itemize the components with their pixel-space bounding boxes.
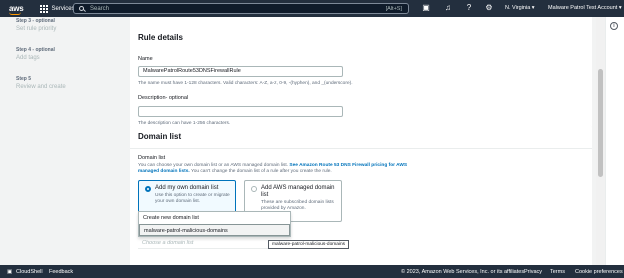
domain-list-description: You can choose your own domain list or a… (138, 163, 428, 175)
domain-list-dropdown: Create new domain list malware-patrol-ma… (138, 211, 291, 237)
search-placeholder: Search (90, 5, 110, 12)
desc-text: You can choose your own domain list or a… (138, 163, 290, 168)
settings-icon[interactable]: ⚙ (484, 3, 494, 13)
cookie-preferences-link[interactable]: Cookie preferences (575, 269, 623, 275)
account-menu[interactable]: Malware Patrol Test Account ▾ (548, 3, 622, 13)
wizard-step-3[interactable]: Step 3 - optional Set rule priority (16, 18, 56, 32)
cloudshell-link[interactable]: CloudShell (16, 269, 43, 275)
terminal-icon[interactable]: ▣ (421, 3, 431, 13)
rule-name-input[interactable]: MalwarePatrolRoute53DNSFirewallRule (138, 66, 343, 77)
aws-logo[interactable]: aws (9, 5, 24, 15)
wizard-step-4[interactable]: Step 4 - optional Add tags (16, 47, 55, 61)
option-title: Add AWS managed domain list (261, 185, 335, 198)
terms-link[interactable]: Terms (550, 269, 565, 275)
help-panel-rail: i (605, 17, 624, 265)
account-label: Malware Patrol Test Account (548, 5, 618, 11)
feedback-link[interactable]: Feedback (49, 269, 73, 275)
domain-list-heading: Domain list (138, 132, 182, 141)
step-title: Set rule priority (16, 26, 57, 32)
option-title: Add my own domain list (155, 185, 219, 191)
help-icon[interactable]: ? (464, 3, 474, 13)
region-label: N. Virginia (505, 5, 531, 11)
name-label: Name (138, 56, 153, 62)
option-description: These are subscribed domain lists provid… (261, 200, 334, 211)
wizard-steps-sidebar: Step 3 - optional Set rule priority Step… (0, 17, 118, 265)
cloudshell-icon[interactable]: ▣ (7, 269, 12, 275)
panel-divider (130, 148, 592, 149)
page-scrollbar[interactable] (596, 17, 605, 265)
search-shortcut: [Alt+S] (385, 5, 402, 12)
wizard-step-5[interactable]: Step 5 Review and create (16, 76, 66, 90)
step-number: Step 5 (16, 76, 32, 82)
domain-list-label: Domain list (138, 155, 166, 161)
step-title: Add tags (16, 55, 40, 61)
scrollbar-thumb[interactable] (598, 69, 603, 177)
step-number: Step 3 - optional (16, 18, 55, 24)
main-content: Rule details Name MalwarePatrolRoute53DN… (130, 17, 592, 265)
dropdown-option-create[interactable]: Create new domain list (139, 212, 290, 224)
notifications-icon[interactable]: ♫ (443, 3, 453, 13)
domain-list-panel: Domain list Domain list You can choose y… (130, 125, 592, 265)
step-title: Review and create (16, 84, 66, 90)
step-number: Step 4 - optional (16, 47, 55, 53)
name-hint: The name must have 1-128 characters. Val… (138, 81, 353, 86)
option-description: Use this option to create or migrate you… (155, 193, 230, 204)
description-label: Description- optional (138, 95, 189, 101)
rule-details-heading: Rule details (138, 33, 183, 42)
search-input[interactable]: Search [Alt+S] (73, 3, 409, 14)
services-menu-button[interactable]: Services (39, 4, 75, 13)
radio-selected-icon[interactable] (145, 186, 151, 192)
services-label: Services (51, 5, 75, 12)
footer: ▣ CloudShell Feedback © 2023, Amazon Web… (0, 265, 624, 278)
desc-text-suffix: You can't change the domain list of a ru… (189, 169, 332, 174)
tooltip: malware-patrol-malicious-domains (268, 240, 350, 249)
info-icon[interactable]: i (610, 22, 618, 30)
description-input[interactable] (138, 106, 343, 117)
search-icon (79, 6, 84, 11)
privacy-link[interactable]: Privacy (524, 269, 542, 275)
copyright-text: © 2023, Amazon Web Services, Inc. or its… (401, 268, 526, 275)
grid-icon (39, 4, 48, 13)
rule-details-panel: Rule details Name MalwarePatrolRoute53DN… (130, 17, 592, 135)
dropdown-option-malware-patrol[interactable]: malware-patrol-malicious-domains (139, 224, 290, 236)
radio-unselected-icon[interactable] (251, 186, 257, 192)
region-selector[interactable]: N. Virginia ▾ (505, 3, 535, 13)
